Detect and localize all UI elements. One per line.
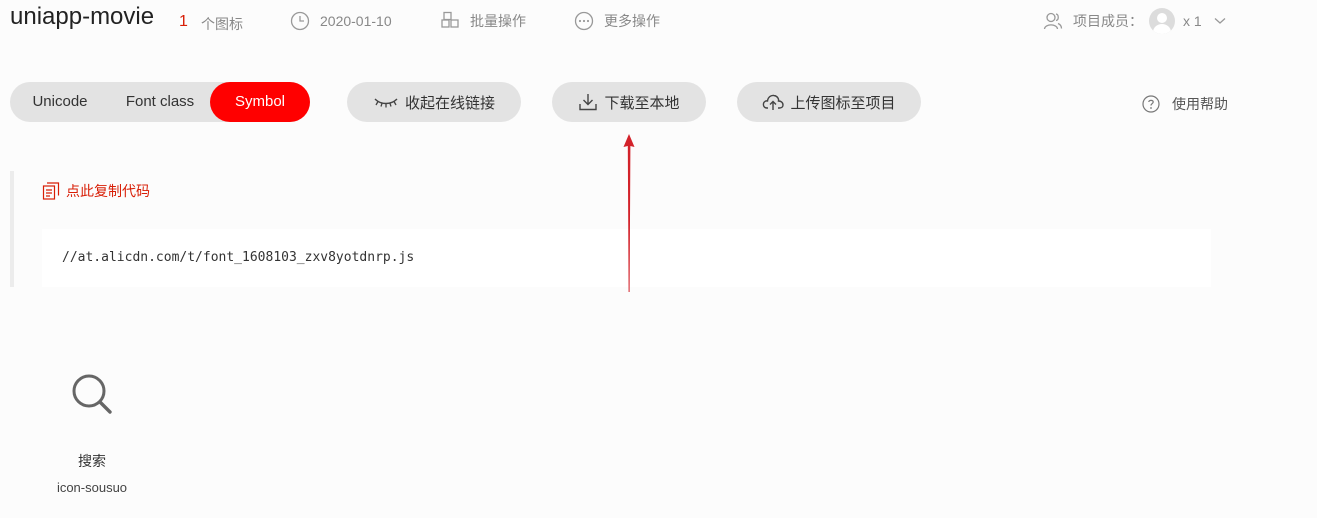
- mode-font-class-tab[interactable]: Font class: [110, 82, 210, 122]
- project-date: 2020-01-10: [290, 10, 392, 32]
- more-operations-button[interactable]: 更多操作: [574, 10, 660, 32]
- help-label: 使用帮助: [1172, 96, 1228, 112]
- members-icon: [1043, 12, 1063, 30]
- upload-icon-to-project-label: 上传图标至项目: [790, 94, 896, 112]
- help-button[interactable]: 使用帮助: [1142, 94, 1228, 114]
- avatar[interactable]: [1149, 8, 1175, 34]
- copy-code-label: 点此复制代码: [66, 183, 150, 199]
- icon-card[interactable]: 搜索 icon-sousuo: [40, 360, 144, 510]
- project-header: uniapp-movie 1 个图标 2020-01-10 批量操作 更多操作 …: [0, 0, 1317, 44]
- code-panel: 点此复制代码 //at.alicdn.com/t/font_1608103_zx…: [10, 171, 1211, 287]
- annotation-arrow: [623, 134, 635, 292]
- more-operations-label: 更多操作: [604, 13, 660, 29]
- help-icon: [1142, 95, 1160, 113]
- batch-operation-label: 批量操作: [470, 13, 526, 29]
- icon-count: 1: [179, 13, 188, 30]
- clock-icon: [290, 11, 310, 31]
- members-count: x 1: [1183, 13, 1202, 29]
- project-title: uniapp-movie: [10, 3, 155, 30]
- chevron-down-icon[interactable]: [1214, 17, 1226, 25]
- icon-name: 搜索: [78, 453, 106, 469]
- download-local-button[interactable]: 下载至本地: [552, 82, 706, 122]
- mode-unicode-tab[interactable]: Unicode: [10, 82, 110, 122]
- upload-icon-to-project-button[interactable]: 上传图标至项目: [737, 82, 921, 122]
- iconfont-project-page: uniapp-movie 1 个图标 2020-01-10 批量操作 更多操作 …: [0, 0, 1317, 518]
- icon-code: icon-sousuo: [56, 480, 128, 495]
- batch-operation-button[interactable]: 批量操作: [440, 10, 526, 32]
- mode-symbol-tab[interactable]: Symbol: [210, 82, 310, 122]
- cloud-upload-icon: [763, 94, 785, 110]
- copy-icon: [42, 182, 60, 200]
- download-local-label: 下载至本地: [604, 94, 680, 112]
- members-label: 项目成员：: [1073, 13, 1143, 29]
- collapse-online-link-label: 收起在线链接: [404, 94, 495, 112]
- closed-eye-icon: [374, 98, 398, 108]
- download-icon: [579, 94, 598, 111]
- icon-count-label: 个图标: [201, 16, 243, 32]
- project-date-text: 2020-01-10: [320, 13, 392, 29]
- batch-icon: [441, 11, 459, 28]
- copy-code-button[interactable]: 点此复制代码: [42, 181, 150, 201]
- search-icon: [72, 374, 112, 414]
- project-members[interactable]: 项目成员： x 1: [1043, 8, 1236, 34]
- collapse-online-link-button[interactable]: 收起在线链接: [347, 82, 521, 122]
- mode-switch: Unicode Font class Symbol: [10, 82, 310, 122]
- more-icon: [574, 11, 594, 31]
